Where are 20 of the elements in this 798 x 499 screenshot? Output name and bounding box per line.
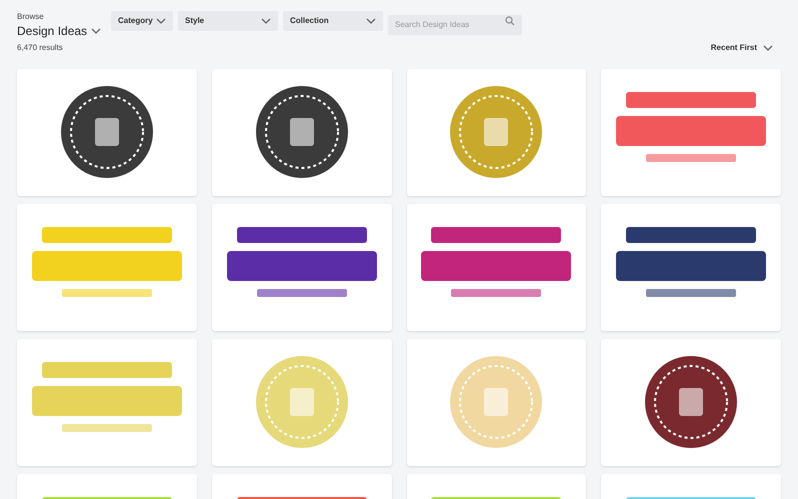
filter-dropdown[interactable]: Style — [178, 11, 278, 31]
filter-dropdown[interactable]: Collection — [283, 11, 383, 31]
design-card[interactable] — [17, 69, 197, 196]
filter-dropdown[interactable]: Category — [111, 11, 173, 31]
chevron-down-icon — [366, 18, 376, 24]
chevron-down-icon — [763, 45, 773, 51]
design-card[interactable] — [212, 69, 392, 196]
sort-dropdown[interactable]: Recent First — [710, 42, 773, 54]
results-count: 6,470 results — [17, 42, 63, 54]
design-card[interactable] — [601, 339, 781, 466]
search-icon — [505, 16, 515, 26]
design-card[interactable] — [212, 204, 392, 331]
chevron-down-icon — [91, 28, 102, 34]
chevron-down-icon — [156, 18, 166, 24]
search-field[interactable]: Search Design Ideas — [388, 14, 522, 34]
design-ideas-dropdown[interactable]: Design Ideas — [17, 23, 111, 39]
browse-label: Browse — [17, 12, 45, 22]
design-card[interactable] — [601, 204, 781, 331]
chevron-down-icon — [261, 18, 271, 24]
design-card[interactable] — [406, 204, 586, 331]
